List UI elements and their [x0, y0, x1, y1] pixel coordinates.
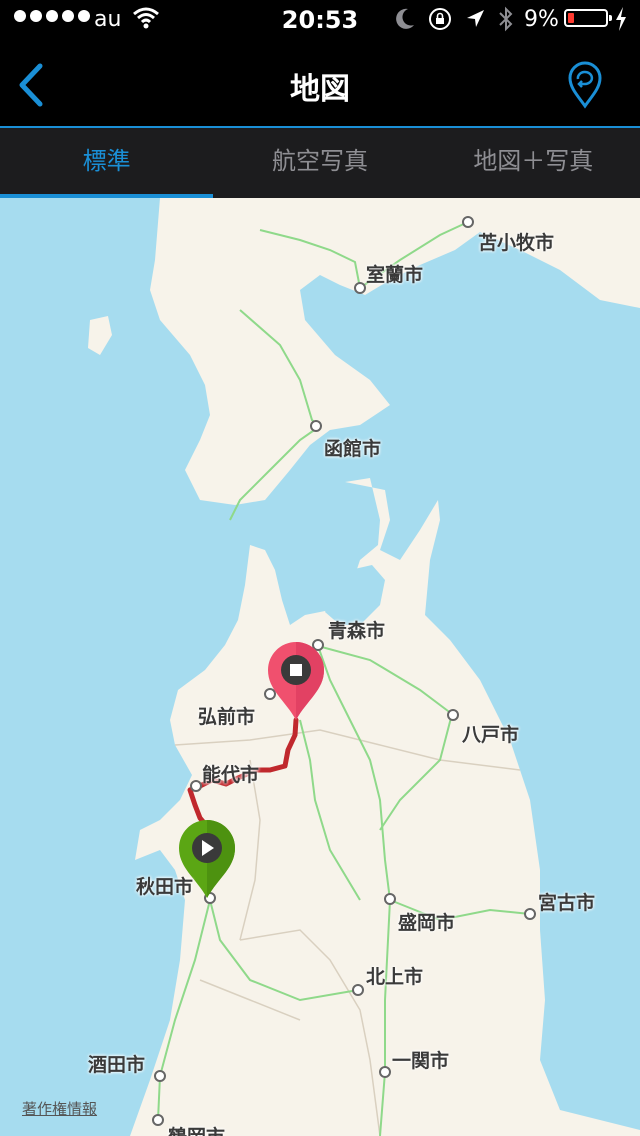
city-label-ichinoseki: 一関市 [392, 1050, 450, 1072]
moon-icon [396, 8, 414, 29]
battery-percentage: 9% [524, 7, 559, 32]
city-label-sakata: 酒田市 [88, 1054, 146, 1076]
city-label-hakodate: 函館市 [324, 438, 382, 460]
city-label-miyako: 宮古市 [538, 892, 596, 914]
bluetooth-icon [499, 6, 513, 32]
navigation-bar: 地図 [0, 40, 640, 128]
city-label-aomori: 青森市 [328, 620, 386, 642]
city-label-hirosaki: 弘前市 [198, 706, 256, 728]
city-label-morioka: 盛岡市 [398, 912, 456, 934]
page-title: 地図 [290, 72, 350, 107]
city-label-akita: 秋田市 [136, 876, 194, 898]
charging-bolt-icon [616, 7, 626, 31]
map-canvas [88, 198, 640, 1136]
orientation-lock-icon [429, 8, 451, 30]
okushiri-island [88, 316, 112, 355]
status-bar: au 20:53 9% [0, 0, 640, 40]
city-label-tomakomai: 苫小牧市 [478, 232, 555, 254]
map-type-tabs: 標準 航空写真 地図＋写真 [0, 128, 640, 198]
tab-satellite[interactable]: 航空写真 [213, 128, 426, 198]
map-view[interactable]: 苫小牧市 室蘭市 函館市 青森市 弘前市 八戸市 能代市 秋田市 盛岡市 宮古市… [0, 198, 640, 1136]
attribution-link[interactable]: 著作権情報 [22, 1098, 97, 1119]
city-label-noshiro: 能代市 [202, 764, 260, 786]
route-pin-icon[interactable] [560, 60, 610, 110]
city-label-muroran: 室蘭市 [366, 264, 424, 286]
city-label-kitakami: 北上市 [366, 966, 424, 988]
hokkaido-landmass [150, 198, 640, 505]
city-label-tsuruoka: 鶴岡市 [168, 1122, 225, 1136]
tab-hybrid[interactable]: 地図＋写真 [427, 128, 640, 198]
tab-standard[interactable]: 標準 [0, 128, 214, 198]
location-arrow-icon [467, 10, 484, 27]
battery-icon [564, 9, 612, 27]
city-label-hachinohe: 八戸市 [462, 724, 520, 746]
